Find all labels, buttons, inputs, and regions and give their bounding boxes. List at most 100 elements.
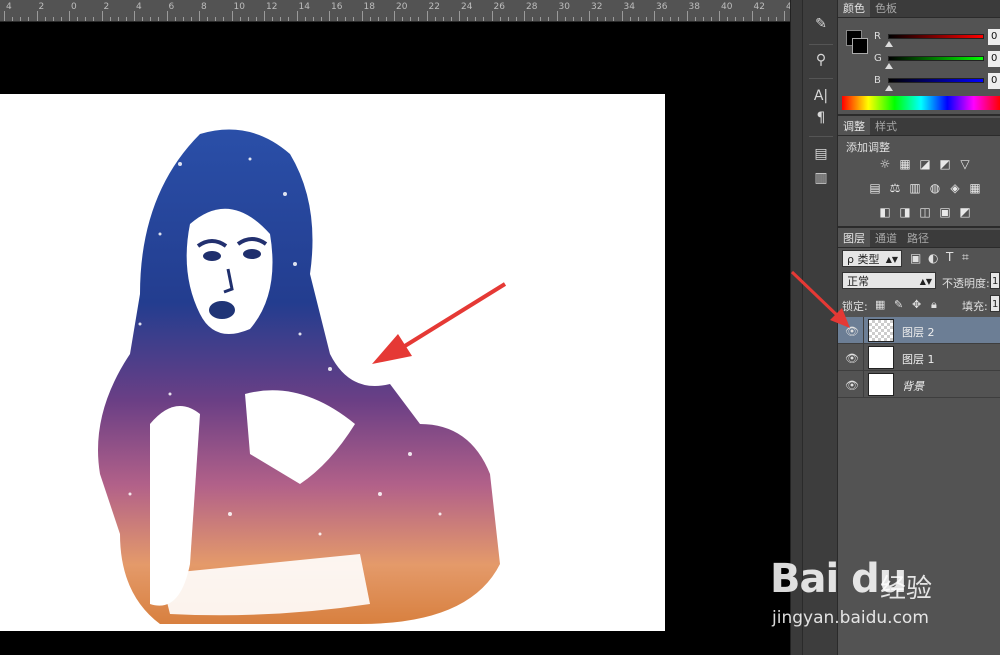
blue-track[interactable] (888, 78, 984, 83)
history-brush-icon[interactable]: ✎ (810, 14, 832, 34)
green-value[interactable]: 0 (988, 51, 1000, 67)
red-value[interactable]: 0 (988, 29, 1000, 45)
ruler-tick (69, 11, 70, 21)
layer-row[interactable]: 👁︎ 图层 1 (838, 344, 1000, 371)
ruler-minor-tick (20, 17, 22, 21)
baidu-jingyan-watermark: Bai du 经验 jingyan.baidu.com (760, 548, 1000, 648)
layer-filter-select[interactable]: ρ 类型 ▲▼ (842, 250, 902, 267)
divider (809, 136, 833, 137)
tab-styles[interactable]: 样式 (870, 118, 902, 135)
filter-pixel-icon[interactable]: ▣ (910, 251, 921, 265)
ruler-minor-tick (337, 17, 339, 21)
filter-type-icon[interactable]: T (946, 250, 953, 264)
color-panel: 颜色 色板 R 0 G 0 B 0 (838, 0, 1000, 116)
canvas-area[interactable] (0, 22, 790, 655)
layer-name[interactable]: 图层 1 (902, 351, 935, 367)
ruler-minor-tick (85, 17, 87, 21)
adjustment-icon[interactable]: ▥ (908, 182, 922, 194)
ruler-minor-tick (52, 17, 54, 21)
ruler-label: 30 (558, 2, 570, 12)
ruler-minor-tick (410, 17, 412, 21)
filter-adjustment-icon[interactable]: ◐ (928, 251, 938, 265)
tab-swatches[interactable]: 色板 (870, 0, 902, 17)
ruler-label: 42 (753, 2, 765, 12)
layer-row[interactable]: 👁︎ 图层 2 (838, 317, 1000, 344)
paragraph-icon[interactable]: ¶ (810, 108, 832, 128)
adjustment-icon[interactable]: ▤ (868, 182, 882, 194)
lock-transparent-icon[interactable]: ▦ (875, 298, 885, 311)
adjustment-icon[interactable]: ◩ (958, 206, 972, 218)
horizontal-ruler[interactable]: 4 2 0 2 4 6 8 10 12 14 16 18 20 22 24 26 28 30 32 34 36 38 40 4… (0, 0, 940, 22)
navigator-icon[interactable]: ▤ (810, 144, 832, 164)
ruler-minor-tick (735, 17, 737, 21)
color-spectrum[interactable] (842, 96, 1000, 110)
green-track[interactable] (888, 56, 984, 61)
tab-color[interactable]: 颜色 (838, 0, 870, 17)
ruler-tick (784, 11, 785, 21)
adjustment-icon[interactable]: ⚖ (888, 182, 902, 194)
adjustment-icon[interactable]: ◈ (948, 182, 962, 194)
ruler-minor-tick (467, 17, 469, 21)
blue-slider[interactable]: B 0 (874, 73, 1000, 96)
opacity-input[interactable]: 10 (990, 272, 1000, 289)
adjustment-icon[interactable]: ◨ (898, 206, 912, 218)
adjustment-icon[interactable]: ◧ (878, 206, 892, 218)
adjustment-icon[interactable]: ▽ (958, 158, 972, 170)
ruler-label: 6 (168, 2, 175, 12)
adjustment-icon[interactable]: ▣ (938, 206, 952, 218)
ruler-minor-tick (613, 17, 615, 21)
filter-shape-icon[interactable]: ⌗ (962, 250, 969, 265)
fill-input[interactable]: 10 (990, 295, 1000, 312)
eye-icon[interactable]: 👁︎ (845, 352, 859, 365)
green-slider[interactable]: G 0 (874, 51, 1000, 74)
character-icon[interactable]: A| (810, 86, 832, 106)
ruler-minor-tick (515, 17, 517, 21)
notes-icon[interactable]: ▥ (810, 168, 832, 188)
document-canvas[interactable] (0, 94, 665, 631)
blue-thumb[interactable] (885, 85, 893, 91)
red-track[interactable] (888, 34, 984, 39)
layer-name[interactable]: 背景 (902, 378, 924, 394)
annotation-arrow (790, 270, 850, 328)
artwork-image (98, 129, 507, 624)
ruler-tick (296, 11, 298, 21)
tab-adjustments[interactable]: 调整 (838, 118, 870, 135)
ruler-label: 32 (591, 2, 603, 12)
tab-paths[interactable]: 路径 (902, 230, 934, 247)
ruler-minor-tick (548, 17, 550, 21)
blue-value[interactable]: 0 (988, 73, 1000, 89)
blue-label: B (874, 75, 881, 86)
tab-channels[interactable]: 通道 (870, 230, 902, 247)
brush-presets-icon[interactable]: ⚲ (810, 50, 832, 70)
lock-all-icon[interactable]: 🔒︎ (931, 298, 937, 312)
red-thumb[interactable] (885, 41, 893, 47)
ruler-label: 20 (396, 2, 408, 12)
adjustment-icon[interactable]: ▦ (968, 182, 982, 194)
layer-row[interactable]: 👁︎ 背景 (838, 371, 1000, 398)
red-slider[interactable]: R 0 (874, 29, 1000, 52)
fill-label: 填充: (962, 300, 988, 313)
ruler-tick (329, 11, 330, 21)
ruler-minor-tick (759, 17, 761, 21)
adjustment-icon[interactable]: ◍ (928, 182, 942, 194)
ruler-label: 26 (493, 2, 505, 12)
ruler-label: 16 (331, 2, 343, 12)
lock-pixels-icon[interactable]: ✎ (894, 298, 903, 311)
green-thumb[interactable] (885, 63, 893, 69)
layer-name[interactable]: 图层 2 (902, 324, 935, 340)
adjustment-icon[interactable]: ◩ (938, 158, 952, 170)
adjustment-icon[interactable]: ◫ (918, 206, 932, 218)
ruler-minor-tick (637, 17, 639, 21)
background-color-swatch[interactable] (852, 38, 868, 54)
tab-layers[interactable]: 图层 (838, 230, 870, 247)
adjustment-icon[interactable]: ▦ (898, 158, 912, 170)
ruler-minor-tick (215, 17, 217, 21)
eye-icon[interactable]: 👁︎ (845, 379, 859, 392)
ruler-minor-tick (174, 17, 176, 21)
ruler-label: 38 (688, 2, 700, 12)
ruler-minor-tick (499, 17, 501, 21)
adjustment-icon[interactable]: ◪ (918, 158, 932, 170)
adjustment-icon[interactable]: ☼ (878, 158, 892, 170)
ruler-tick (264, 11, 265, 21)
lock-position-icon[interactable]: ✥ (912, 298, 921, 311)
